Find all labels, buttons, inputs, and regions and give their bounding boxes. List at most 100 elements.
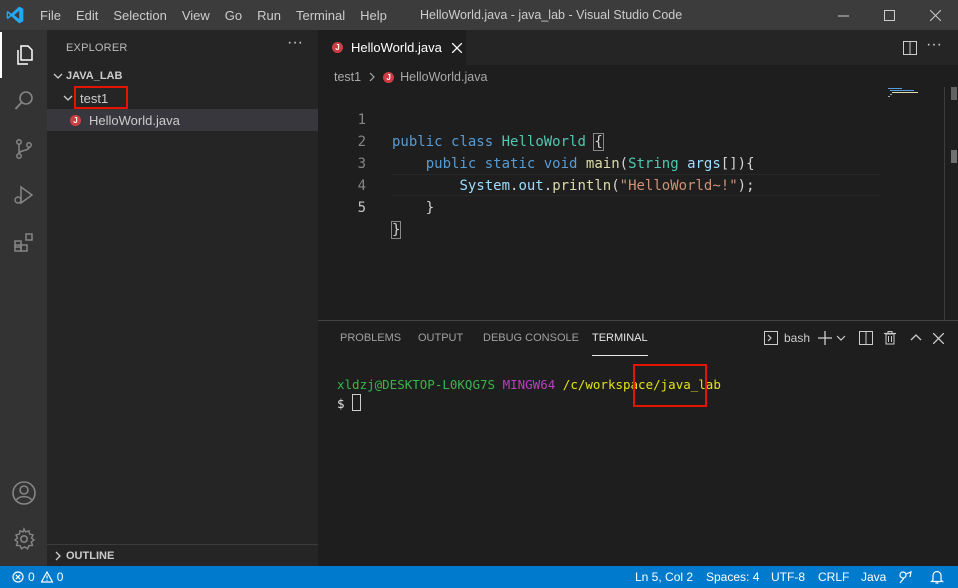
minimize-button[interactable]	[820, 0, 866, 30]
menu-help[interactable]: Help	[360, 8, 387, 23]
language-status[interactable]: Java	[861, 566, 886, 588]
manage-activity[interactable]	[0, 516, 47, 562]
window-title: HelloWorld.java - java_lab - Visual Stud…	[420, 8, 683, 22]
split-terminal-icon[interactable]	[859, 331, 873, 345]
tab-label: HelloWorld.java	[351, 40, 442, 55]
terminal-selector[interactable]: bash	[764, 329, 810, 347]
run-debug-icon	[13, 185, 33, 205]
close-window-button[interactable]	[912, 0, 958, 30]
new-terminal-icon[interactable]	[818, 331, 832, 345]
menu-run[interactable]: Run	[257, 8, 281, 23]
tab-problems[interactable]: PROBLEMS	[340, 321, 401, 356]
menu-file[interactable]: File	[40, 8, 61, 23]
close-panel-icon[interactable]	[933, 333, 944, 344]
outline-label: OUTLINE	[66, 550, 115, 562]
minimize-icon	[837, 15, 849, 16]
sidebar-more-button[interactable]: ···	[287, 34, 303, 52]
source-control-icon	[15, 139, 32, 159]
menu-bar: File Edit Selection View Go Run Terminal…	[40, 0, 402, 30]
explorer-activity[interactable]	[0, 32, 47, 78]
cursor-position[interactable]: Ln 5, Col 2	[635, 566, 693, 588]
extensions-icon	[13, 233, 33, 252]
tab-output[interactable]: OUTPUT	[418, 321, 463, 356]
file-helloworld-java[interactable]: J HelloWorld.java	[47, 109, 318, 131]
gear-icon	[13, 527, 35, 550]
file-label: HelloWorld.java	[89, 112, 180, 128]
line-number: 5	[357, 200, 366, 216]
java-file-icon: J	[70, 114, 81, 126]
code-line: 2 public static void main(String args[])…	[318, 109, 938, 172]
close-tab-icon[interactable]	[451, 42, 462, 53]
search-icon	[14, 91, 33, 110]
chevron-up-icon[interactable]	[910, 332, 922, 344]
breadcrumb-folder[interactable]: test1	[334, 70, 361, 84]
maximize-icon	[883, 9, 895, 21]
status-bar: 0 0 Ln 5, Col 2 Spaces: 4 UTF-8 CRLF Jav…	[0, 566, 958, 588]
workspace-name: JAVA_LAB	[66, 70, 123, 82]
files-icon	[16, 45, 33, 65]
account-icon	[11, 481, 36, 505]
run-debug-activity[interactable]	[0, 172, 47, 218]
shell-name: bash	[784, 331, 811, 345]
breadcrumb: test1 J HelloWorld.java	[334, 68, 487, 86]
maximize-button[interactable]	[866, 0, 912, 30]
chevron-right-icon	[369, 72, 375, 82]
warning-icon	[40, 571, 53, 583]
warning-count: 0	[56, 570, 64, 584]
vscode-logo-icon	[6, 6, 24, 24]
sidebar-title: EXPLORER	[66, 42, 128, 54]
feedback-button[interactable]	[898, 566, 912, 588]
highlight-box-path	[633, 364, 707, 407]
chevron-down-icon	[63, 95, 73, 101]
chevron-down-icon	[53, 73, 63, 79]
tab-helloworld-java[interactable]: J HelloWorld.java	[318, 30, 466, 65]
activity-bar	[0, 30, 47, 566]
terminal-user-host: xldzj@DESKTOP-L0KQG7S	[337, 377, 496, 392]
problems-status[interactable]: 0 0	[12, 566, 63, 588]
menu-go[interactable]: Go	[225, 8, 242, 23]
bell-icon	[930, 570, 944, 584]
editor-tabs: J HelloWorld.java ···	[318, 30, 958, 65]
menu-view[interactable]: View	[182, 8, 210, 23]
encoding-status[interactable]: UTF-8	[771, 566, 805, 588]
minimap[interactable]	[886, 87, 944, 97]
eol-status[interactable]: CRLF	[818, 566, 849, 588]
workspace-section-header[interactable]: JAVA_LAB	[47, 65, 318, 87]
extensions-activity[interactable]	[0, 220, 47, 266]
code-text: }	[390, 221, 402, 239]
editor-more-button[interactable]: ···	[926, 36, 942, 54]
terminal-icon	[764, 331, 778, 345]
title-bar: File Edit Selection View Go Run Terminal…	[0, 0, 958, 30]
editor-area: J HelloWorld.java ··· test1 J HelloWorld…	[318, 30, 958, 320]
explorer-sidebar: EXPLORER ··· JAVA_LAB test1 J HelloWorld…	[47, 30, 318, 566]
menu-selection[interactable]: Selection	[113, 8, 166, 23]
error-icon	[12, 571, 24, 583]
highlight-box-folder	[74, 86, 128, 109]
notifications-button[interactable]	[930, 566, 944, 588]
menu-edit[interactable]: Edit	[76, 8, 98, 23]
split-editor-icon[interactable]	[903, 41, 917, 55]
source-control-activity[interactable]	[0, 126, 47, 172]
search-activity[interactable]	[0, 78, 47, 124]
chevron-down-icon[interactable]	[836, 333, 846, 343]
menu-terminal[interactable]: Terminal	[296, 8, 345, 23]
bottom-panel: PROBLEMS OUTPUT DEBUG CONSOLE TERMINAL b…	[318, 320, 958, 566]
editor-scrollbar[interactable]	[944, 87, 958, 320]
close-icon	[929, 9, 941, 21]
indentation-status[interactable]: Spaces: 4	[706, 566, 759, 588]
tab-debug-console[interactable]: DEBUG CONSOLE	[483, 321, 579, 356]
breadcrumb-file[interactable]: HelloWorld.java	[400, 70, 487, 84]
code-line: 3 System.out.println("HelloWorld~!");	[318, 131, 938, 194]
java-file-icon: J	[383, 71, 395, 83]
outline-section-header[interactable]: OUTLINE	[47, 544, 318, 567]
code-line: 5 }	[318, 175, 938, 239]
trash-icon[interactable]	[883, 331, 897, 345]
code-text: }	[392, 200, 435, 216]
java-file-icon: J	[332, 42, 343, 53]
code-line: 4 }	[318, 153, 938, 216]
code-line: 1 public class HelloWorld {	[318, 87, 938, 151]
terminal-prompt: $	[337, 396, 345, 411]
error-count: 0	[28, 570, 35, 584]
accounts-activity[interactable]	[0, 470, 47, 516]
tab-terminal[interactable]: TERMINAL	[592, 321, 648, 356]
